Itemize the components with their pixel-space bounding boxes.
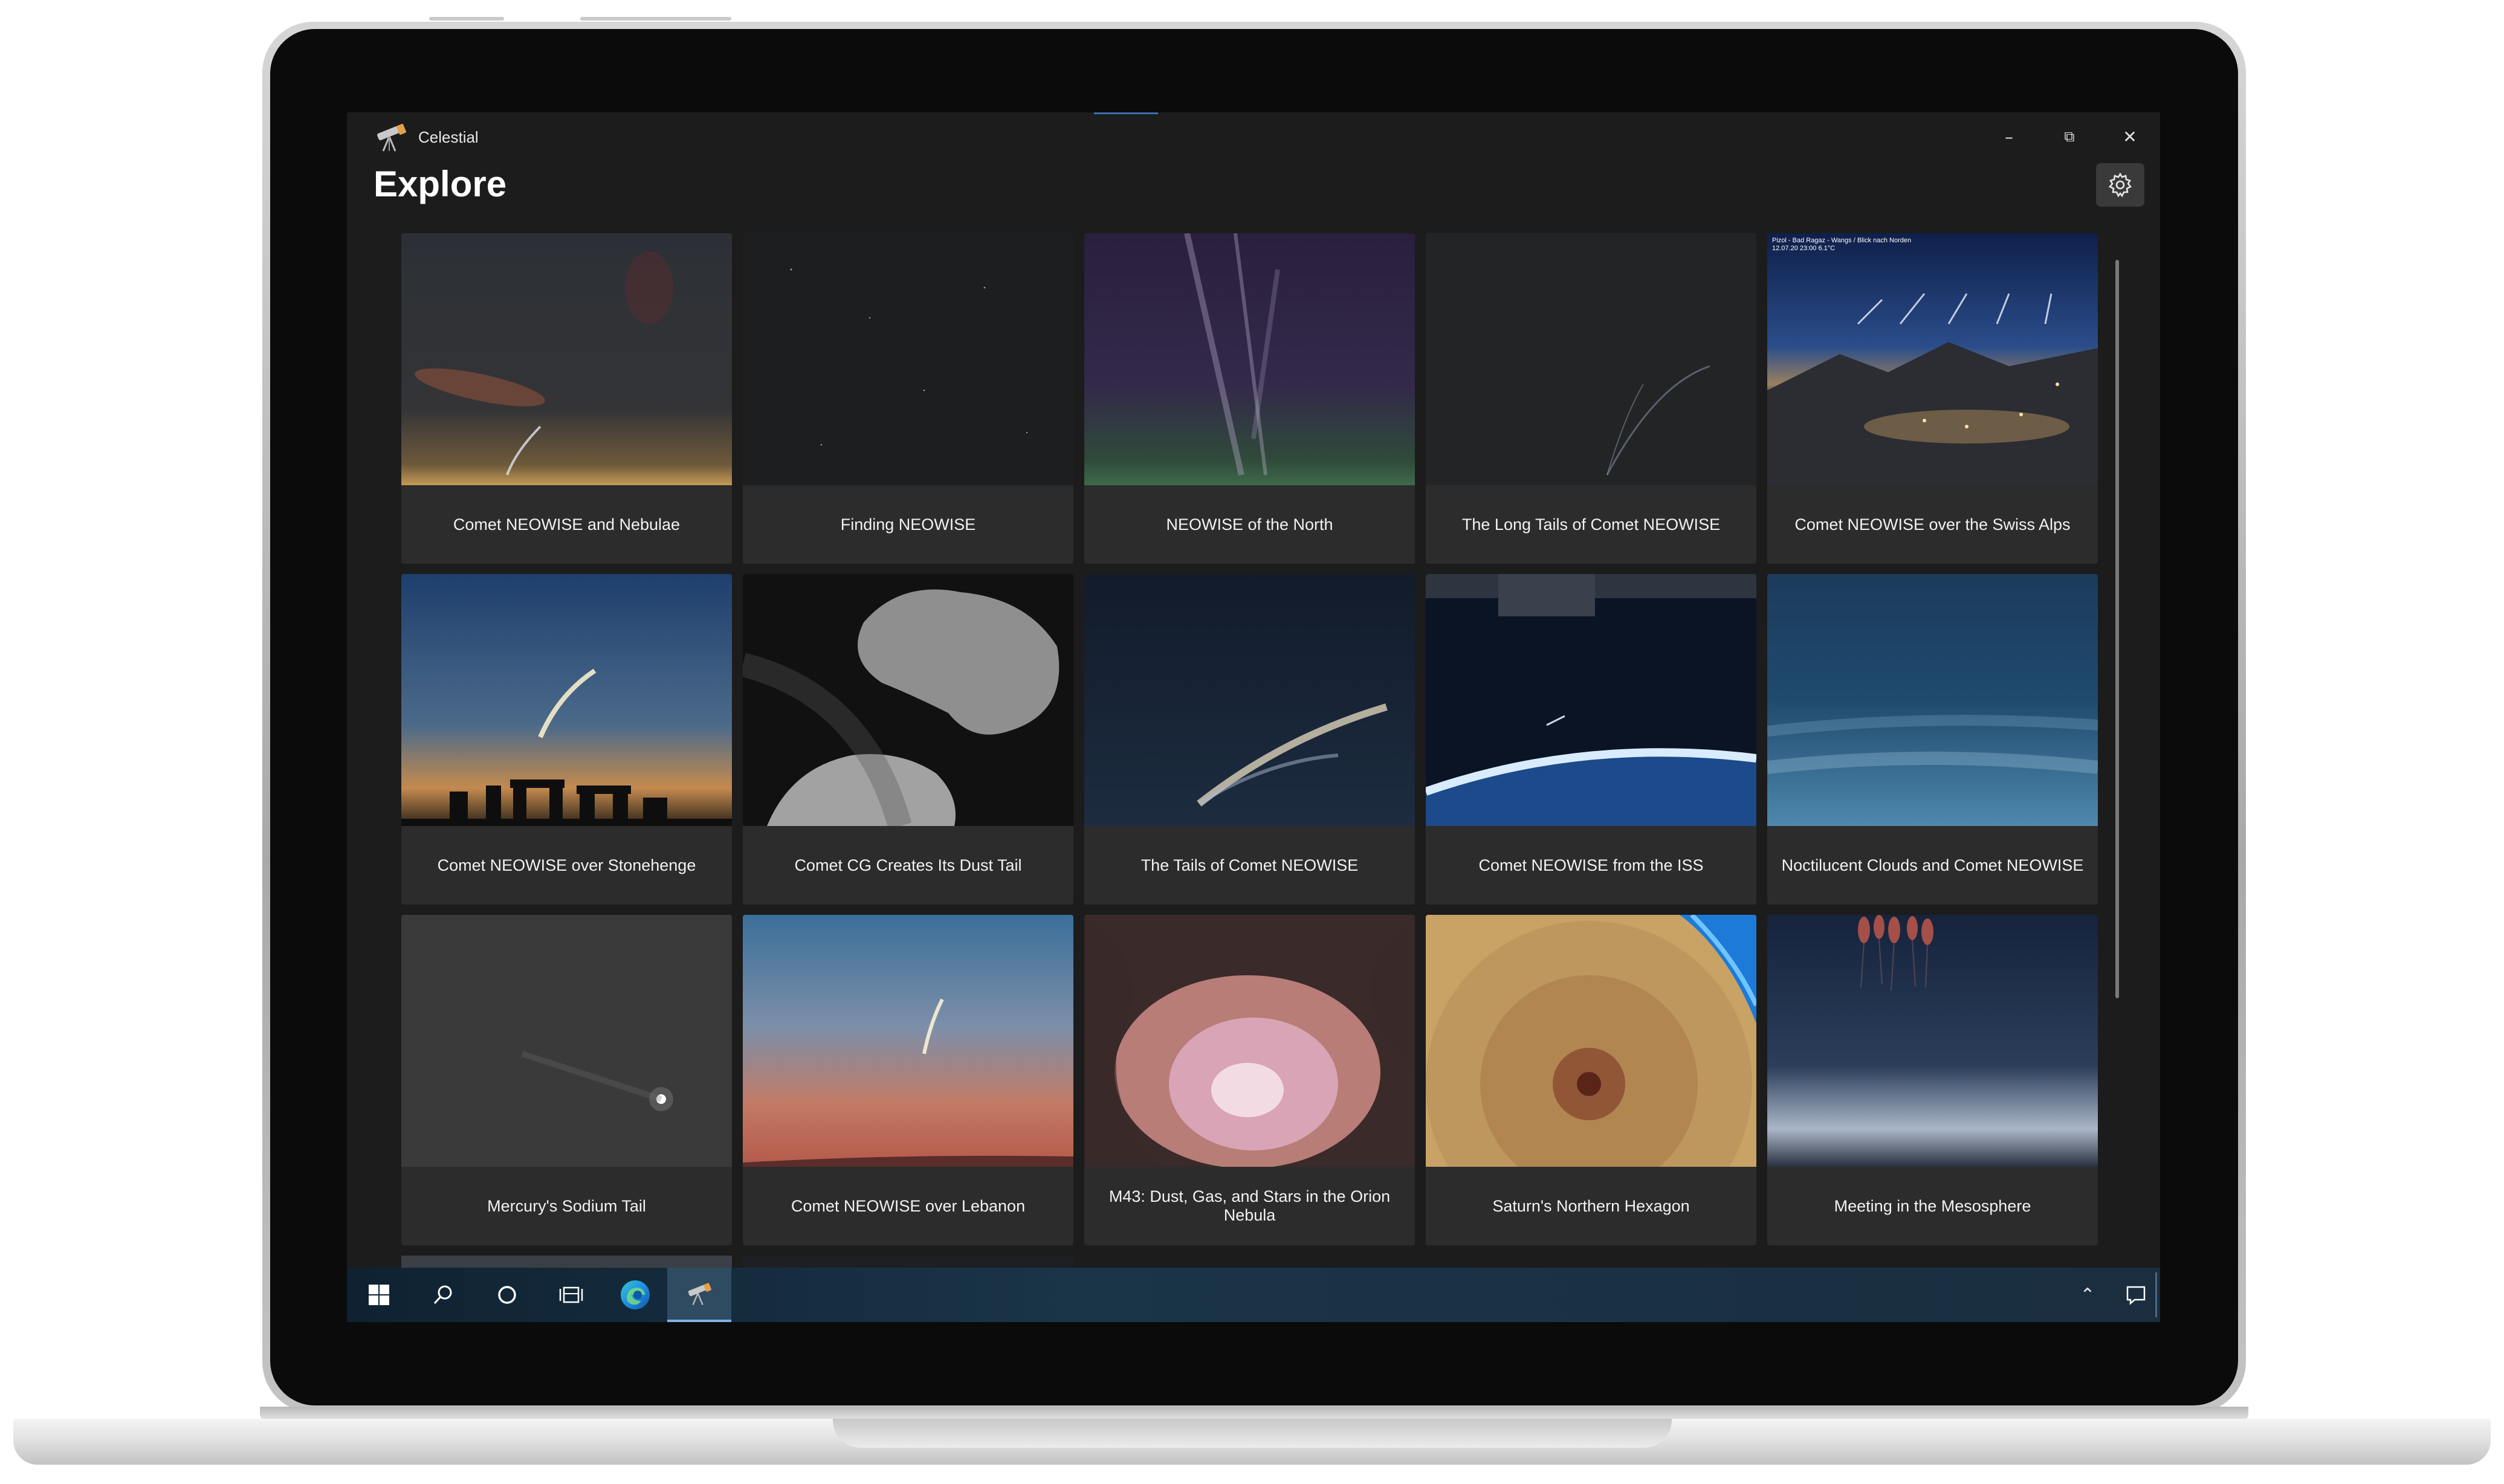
card-title: Comet NEOWISE from the ISS (1426, 826, 1756, 905)
iss-thumbnail (1426, 574, 1756, 826)
gallery-card[interactable]: Meeting in the Mesosphere (1767, 915, 2098, 1245)
cortana-icon (498, 1286, 516, 1304)
celestial-taskbar-button[interactable] (667, 1268, 731, 1322)
card-title: Comet NEOWISE over Lebanon (743, 1167, 1073, 1245)
show-hidden-icons-button[interactable]: ⌃ (2063, 1268, 2112, 1322)
gallery-card[interactable]: Mercury's Sodium Tail (401, 915, 732, 1245)
vertical-scrollbar[interactable] (2115, 260, 2119, 998)
cortana-button[interactable] (475, 1268, 539, 1322)
card-title: Comet NEOWISE and Nebulae (401, 485, 732, 564)
gallery-card[interactable]: NEOWISE of the North (1084, 233, 1415, 564)
settings-button[interactable] (2096, 163, 2144, 207)
long-tails-thumbnail (1426, 233, 1756, 485)
saturn-hexagon-thumbnail (1426, 915, 1756, 1167)
card-title: NEOWISE of the North (1084, 485, 1415, 564)
gallery-grid: Comet NEOWISE and Nebulae Finding NEOWIS… (401, 233, 2098, 1268)
gallery-card[interactable]: Comet NEOWISE from the ISS (1426, 574, 1756, 905)
gallery-card[interactable]: M43: Dust, Gas, and Stars in the Orion N… (1084, 915, 1415, 1245)
close-button[interactable]: ✕ (2100, 112, 2160, 161)
card-title: Comet NEOWISE over Stonehenge (401, 826, 732, 905)
gallery-card[interactable]: Comet NEOWISE over Stonehenge (401, 574, 732, 905)
lid-tab (429, 17, 504, 21)
restore-button[interactable]: ⧉ (2039, 112, 2100, 161)
gallery-card[interactable]: Pizol - Bad Ragaz - Wangs / Blick nach N… (1767, 233, 2098, 564)
gallery-card[interactable]: Comet NEOWISE over Lebanon (743, 915, 1073, 1245)
card-title: Comet NEOWISE over the Swiss Alps (1767, 485, 2098, 564)
show-desktop-edge[interactable] (2155, 1273, 2157, 1317)
card-title: The Tails of Comet NEOWISE (1084, 826, 1415, 905)
minimize-icon: – (2005, 126, 2013, 147)
search-icon (433, 1285, 452, 1305)
celestial-app-icon (688, 1283, 711, 1305)
card-title: Comet CG Creates Its Dust Tail (743, 826, 1073, 905)
gallery-card[interactable]: Comet NEOWISE and Nebulae (401, 233, 732, 564)
comet-nebulae-thumbnail (401, 233, 732, 485)
chevron-up-icon: ⌃ (2080, 1285, 2095, 1305)
action-center-icon (2126, 1286, 2146, 1305)
start-button[interactable] (347, 1268, 411, 1322)
search-button[interactable] (411, 1268, 475, 1322)
card-title: Noctilucent Clouds and Comet NEOWISE (1767, 826, 2098, 905)
taskbar: ⌃ (347, 1268, 2160, 1322)
tails-of-neowise-thumbnail (1084, 574, 1415, 826)
lid-tab (580, 17, 731, 21)
card-title: Mercury's Sodium Tail (401, 1167, 732, 1245)
minimize-button[interactable]: – (1979, 112, 2039, 161)
title-bar[interactable]: Celestial – ⧉ ✕ (347, 112, 2160, 161)
gallery-card-partial[interactable] (743, 1256, 1073, 1268)
mercury-sodium-thumbnail (401, 915, 732, 1167)
gallery-card[interactable]: Comet CG Creates Its Dust Tail (743, 574, 1073, 905)
telescope-icon (375, 122, 407, 152)
windows-start-icon (369, 1285, 389, 1305)
laptop-lip-notch (833, 1419, 1672, 1448)
gallery-card[interactable]: Noctilucent Clouds and Comet NEOWISE (1767, 574, 2098, 905)
card-title: Finding NEOWISE (743, 485, 1073, 564)
action-center-button[interactable] (2112, 1268, 2160, 1322)
finding-neowise-thumbnail (743, 233, 1073, 485)
task-view-icon (559, 1286, 583, 1303)
card-title: Saturn's Northern Hexagon (1426, 1167, 1756, 1245)
noctilucent-thumbnail (1767, 574, 2098, 826)
app-name: Celestial (418, 128, 479, 146)
app-window: Celestial – ⧉ ✕ Explore Comet NEOWISE an… (347, 112, 2160, 1268)
gallery-card[interactable]: Finding NEOWISE (743, 233, 1073, 564)
comet-cg-thumbnail (743, 574, 1073, 826)
gear-icon (2108, 172, 2132, 198)
mesosphere-thumbnail (1767, 915, 2098, 1167)
page-title: Explore (374, 164, 507, 204)
close-icon: ✕ (2123, 126, 2137, 147)
gallery-card[interactable]: Saturn's Northern Hexagon (1426, 915, 1756, 1245)
card-title: The Long Tails of Comet NEOWISE (1426, 485, 1756, 564)
card-title: Meeting in the Mesosphere (1767, 1167, 2098, 1245)
stonehenge-thumbnail (401, 574, 732, 826)
swiss-alps-thumbnail (1767, 233, 2098, 485)
photo-overlay-text: Pizol - Bad Ragaz - Wangs / Blick nach N… (1772, 237, 1912, 252)
restore-icon: ⧉ (2064, 128, 2075, 145)
gallery-card-partial[interactable] (401, 1256, 732, 1268)
lebanon-thumbnail (743, 915, 1073, 1167)
gallery-card-selected[interactable]: The Tails of Comet NEOWISE (1084, 574, 1415, 905)
neowise-north-thumbnail (1084, 233, 1415, 485)
card-title: M43: Dust, Gas, and Stars in the Orion N… (1084, 1167, 1415, 1245)
gallery-card[interactable]: The Long Tails of Comet NEOWISE (1426, 233, 1756, 564)
edge-browser-icon (621, 1280, 650, 1309)
orion-nebula-thumbnail (1084, 915, 1415, 1167)
edge-taskbar-button[interactable] (603, 1268, 667, 1322)
task-view-button[interactable] (539, 1268, 603, 1322)
